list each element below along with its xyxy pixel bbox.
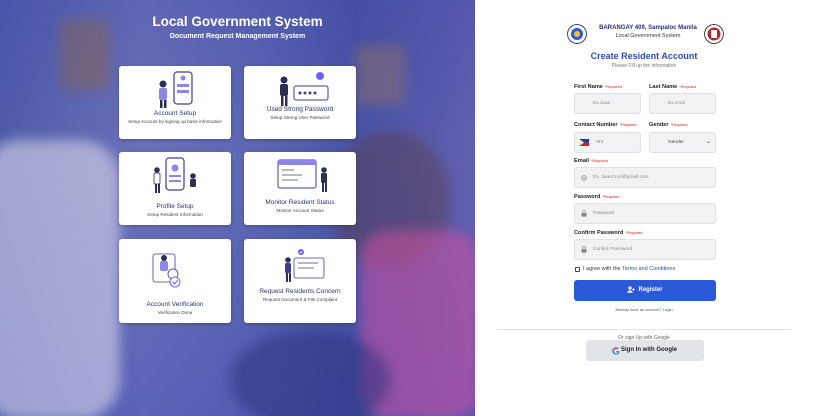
- email-label: Email *Required: [574, 158, 608, 164]
- background-photo-shape: [355, 45, 405, 105]
- philippine-flag-icon: [579, 139, 589, 146]
- last-name-label-text: Last Name: [649, 84, 678, 90]
- lock-icon: [581, 210, 587, 217]
- card-title: Used Strong Password: [266, 106, 334, 113]
- feature-card-profile-setup: Profile Setup Setup Resident Information: [119, 152, 231, 225]
- gender-select[interactable]: Gender ⌄: [649, 132, 716, 153]
- google-icon: [612, 347, 620, 355]
- google-sign-in-button[interactable]: Sign In with Google: [586, 340, 704, 361]
- last-name-label: Last Name *Required: [649, 84, 696, 90]
- contact-prefix: +63: [595, 140, 604, 145]
- verification-illustration-icon: [152, 253, 181, 288]
- confirm-password-input[interactable]: Confirm Password: [574, 239, 716, 260]
- agree-text: I agree with the: [583, 266, 621, 272]
- card-title: Monitor Resident Status: [265, 199, 335, 206]
- contact-number-label: Contact Number *Required: [574, 122, 636, 128]
- feature-card-strong-password: Used Strong Password Setup Strong User P…: [244, 66, 356, 139]
- password-placeholder: Password: [593, 211, 615, 216]
- monitor-illustration-icon: [277, 159, 327, 192]
- register-button[interactable]: Register: [574, 280, 716, 301]
- last-name-placeholder: Ex.Cruz: [668, 101, 686, 106]
- first-name-label: First Name *Required: [574, 84, 622, 90]
- google-sign-in-label: Sign In with Google: [621, 347, 677, 353]
- card-title: Account Verification: [146, 301, 204, 308]
- card-title: Request Residents Concern: [259, 288, 341, 295]
- chevron-down-icon: ⌄: [705, 139, 711, 145]
- confirm-password-placeholder: Confirm Password: [593, 247, 633, 252]
- required-marker: *Required: [604, 85, 622, 89]
- email-label-text: Email: [574, 158, 589, 164]
- gender-label: Gender *Required: [649, 122, 687, 128]
- card-description: Verification Done: [157, 310, 193, 315]
- email-icon: [581, 175, 587, 181]
- request-illustration-icon: [285, 249, 325, 282]
- card-description: Request Document & File Complaint: [262, 297, 338, 302]
- add-user-icon: [627, 286, 636, 293]
- password-label-text: Password: [574, 194, 601, 200]
- register-label: Register: [638, 287, 663, 293]
- lock-icon: [581, 246, 587, 253]
- card-description: Setup Strong User Password: [270, 115, 330, 120]
- card-title: Profile Setup: [156, 203, 194, 210]
- password-input[interactable]: Password: [574, 203, 716, 224]
- required-marker: *Required: [679, 85, 697, 89]
- already-have-account: Already have an account? Login: [475, 307, 813, 312]
- feature-card-monitor-status: Monitor Resident Status Monitor Account …: [244, 152, 356, 225]
- password-label: Password *Required: [574, 194, 619, 200]
- left-panel: Local Government System Document Request…: [0, 0, 475, 416]
- gender-label-text: Gender: [649, 122, 669, 128]
- phone-illustration-icon: [159, 71, 193, 108]
- required-marker: *Required: [619, 123, 637, 127]
- first-name-placeholder: Ex.Juan: [593, 101, 611, 106]
- confirm-password-label: Confirm Password *Required: [574, 230, 642, 236]
- confirm-password-label-text: Confirm Password: [574, 230, 624, 236]
- card-description: Setup Account by signing up basic inform…: [128, 119, 222, 124]
- required-marker: *Required: [602, 195, 620, 199]
- login-link[interactable]: Login: [663, 307, 673, 312]
- signup-panel: BARANGAY 409, Sampaloc Manila Local Gove…: [475, 0, 813, 416]
- manila-seal-icon: [704, 24, 724, 44]
- terms-checkbox[interactable]: [575, 267, 580, 272]
- form-subtitle: Please Fill up the information: [611, 63, 677, 69]
- contact-number-input[interactable]: +63: [574, 132, 641, 153]
- feature-card-request-concern: Request Residents Concern Request Docume…: [244, 239, 356, 323]
- first-name-label-text: First Name: [574, 84, 603, 90]
- email-placeholder: Ex. JuanCruz@gmail.com: [593, 175, 649, 180]
- password-illustration-icon: [264, 72, 336, 108]
- last-name-input[interactable]: Ex.Cruz: [649, 93, 716, 114]
- terms-link[interactable]: Terms and Conditions: [622, 266, 675, 272]
- app-subtitle: Document Request Management System: [169, 33, 306, 40]
- required-marker: *Required: [625, 231, 643, 235]
- required-marker: *Required: [590, 159, 608, 163]
- email-input[interactable]: Ex. JuanCruz@gmail.com: [574, 167, 716, 188]
- background-photo-shape: [60, 20, 110, 90]
- contact-number-label-text: Contact Number: [574, 122, 618, 128]
- form-title: Create Resident Account: [590, 51, 698, 61]
- feature-card-account-verification: Account Verification Verification Done: [119, 239, 231, 323]
- profile-illustration-icon: [153, 157, 196, 193]
- already-text: Already have an account?: [615, 307, 662, 312]
- feature-card-account-setup: Account Setup Setup Account by signing u…: [119, 66, 231, 139]
- card-description: Setup Resident Information: [147, 212, 203, 217]
- background-photo-shape: [0, 140, 120, 416]
- first-name-input[interactable]: Ex.Juan: [574, 93, 641, 114]
- card-description: Monitor Account Status: [276, 208, 324, 213]
- gender-selected-value: Gender: [668, 140, 684, 145]
- app-title: Local Government System: [152, 14, 323, 29]
- card-title: Account Setup: [153, 110, 197, 117]
- terms-text: I agree with the Terms and Conditions: [583, 266, 675, 272]
- required-marker: *Required: [670, 123, 688, 127]
